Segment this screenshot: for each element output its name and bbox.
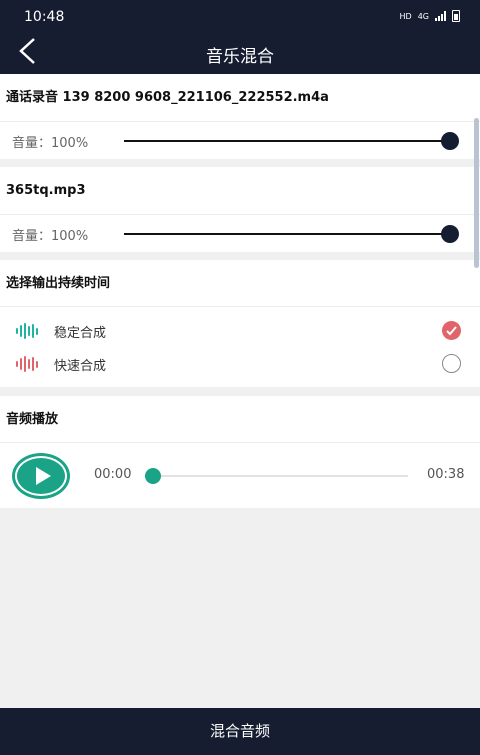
volume-slider-knob-2[interactable] [441, 225, 459, 243]
track-name-2: 365tq.mp3 [0, 167, 480, 214]
option-fast-label: 快速合成 [54, 359, 107, 374]
duration-section-title: 选择输出持续时间 [0, 260, 480, 307]
scrollbar[interactable] [474, 118, 479, 268]
check-icon [446, 326, 457, 336]
waveform-icon [16, 356, 38, 372]
volume-row-2: 音量：100% [0, 214, 480, 252]
track-name-1: 通话录音 139 8200 9608_221106_222552.m4a [0, 74, 480, 121]
network-label: HD [399, 11, 412, 21]
status-icons: HD 4G [400, 10, 460, 22]
volume-slider-track-1[interactable] [124, 140, 450, 142]
battery-icon [452, 10, 460, 22]
current-time: 00:00 [94, 467, 132, 482]
duration-section: 选择输出持续时间 稳定合成 快速合成 [0, 260, 480, 387]
volume-row-1: 音量：100% [0, 121, 480, 159]
mix-audio-button[interactable]: 混合音频 [0, 708, 480, 755]
waveform-icon [16, 323, 38, 339]
status-time: 10:48 [24, 9, 65, 25]
volume-label-1: 音量：100% [12, 136, 89, 151]
volume-slider-track-2[interactable] [124, 233, 450, 235]
progress-track[interactable] [150, 475, 408, 477]
top-bar: 10:48 HD 4G 音乐混合 [0, 0, 480, 74]
player-row: 00:00 00:38 [0, 443, 480, 508]
option-stable-label: 稳定合成 [54, 326, 107, 341]
signal-icon [435, 11, 446, 21]
page-title: 音乐混合 [206, 47, 274, 67]
play-icon [36, 467, 51, 485]
option-fast[interactable]: 快速合成 [0, 348, 480, 378]
option-stable[interactable]: 稳定合成 [0, 315, 480, 345]
signal-type-label: 4G [417, 11, 429, 21]
play-button[interactable] [12, 453, 70, 499]
total-time: 00:38 [427, 467, 465, 482]
progress-knob[interactable] [145, 468, 161, 484]
volume-label-2: 音量：100% [12, 229, 89, 244]
volume-slider-knob-1[interactable] [441, 132, 459, 150]
radio-unchecked[interactable] [442, 354, 461, 373]
radio-checked[interactable] [442, 321, 461, 340]
playback-section: 音频播放 00:00 00:38 [0, 396, 480, 508]
playback-section-title: 音频播放 [0, 396, 480, 443]
